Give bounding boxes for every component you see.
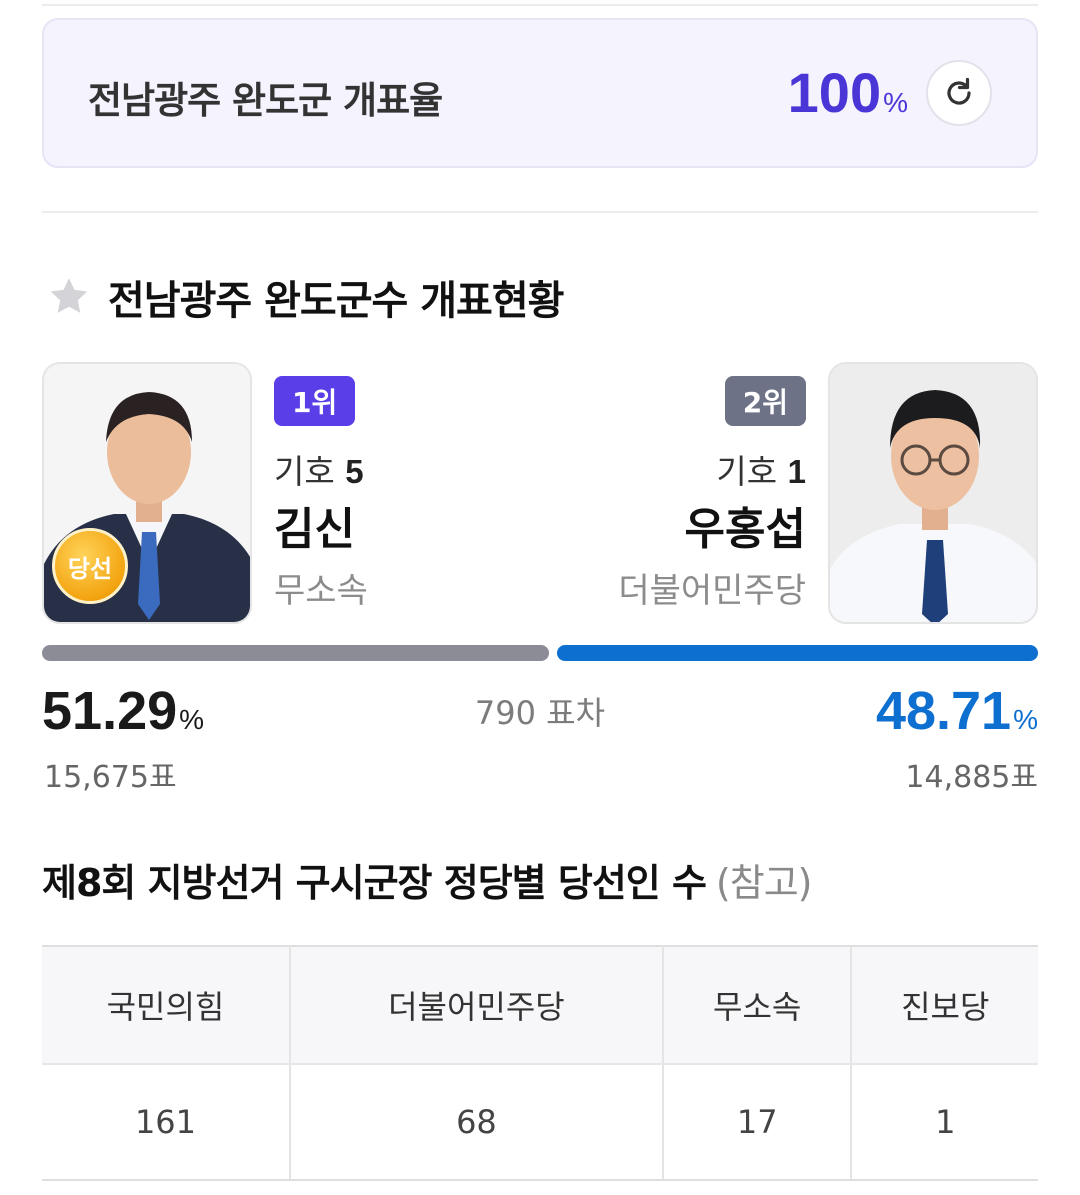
- table-header: 더불어민주당: [289, 945, 664, 1065]
- number-prefix: 기호: [274, 452, 335, 491]
- candidate-info-2: 기호 1 우홍섭 더불어민주당: [618, 445, 806, 612]
- vote-percent-unit: %: [1013, 704, 1038, 735]
- party-winners-heading: 제8회 지방선거 구시군장 정당별 당선인 수: [42, 861, 707, 905]
- count-rate-panel: 전남광주 완도군 개표율 100%: [42, 18, 1038, 168]
- party-winners-note: (참고): [715, 861, 813, 905]
- candidate-party-2: 더불어민주당: [618, 571, 806, 611]
- candidate-photo-1: 당선: [42, 362, 252, 624]
- count-rate-unit: %: [883, 87, 908, 118]
- vote-count-1: 15,675표: [44, 760, 177, 795]
- vote-bar-candidate-2: [557, 645, 1038, 661]
- table-header: 진보당: [851, 945, 1038, 1065]
- party-winners-table: 국민의힘 더불어민주당 무소속 진보당 161 68 17 1: [42, 945, 1038, 1181]
- table-header: 무소속: [662, 945, 853, 1065]
- rank-badge-1: 1위: [274, 376, 356, 426]
- refresh-icon: [947, 77, 971, 105]
- vote-percent-value: 48.71: [875, 681, 1012, 741]
- count-rate-number: 100: [787, 61, 882, 124]
- vote-bar-candidate-1: [42, 645, 549, 661]
- table-cell: 1: [851, 1064, 1038, 1181]
- section-divider: [42, 211, 1038, 213]
- number-prefix: 기호: [716, 452, 778, 491]
- rank-badge-2: 2위: [724, 376, 806, 426]
- table-cell: 68: [289, 1064, 664, 1181]
- table-header-row: 국민의힘 더불어민주당 무소속 진보당: [42, 945, 1038, 1065]
- vote-percent-2: 48.71%: [876, 680, 1038, 742]
- candidate-name-1: 김신: [274, 504, 355, 555]
- number-value: 5: [345, 453, 364, 490]
- star-icon[interactable]: [46, 274, 92, 320]
- candidate-number-2: 기호 1: [618, 445, 806, 491]
- candidate-photo-2: [828, 362, 1038, 624]
- refresh-button[interactable]: [926, 60, 992, 126]
- table-header: 국민의힘: [42, 945, 291, 1065]
- candidate-portrait-2: [830, 364, 1036, 622]
- section-title: 전남광주 완도군수 개표현황: [108, 278, 564, 324]
- vote-count-2: 14,885표: [905, 760, 1038, 795]
- candidate-name-2: 우홍섭: [684, 504, 806, 555]
- candidate-number-1: 기호 5: [274, 445, 368, 491]
- table-row: 161 68 17 1: [42, 1064, 1038, 1181]
- table-cell: 161: [42, 1064, 291, 1181]
- count-rate-value: 100%: [788, 60, 908, 125]
- section-header: 전남광주 완도군수 개표현황: [46, 268, 564, 326]
- party-winners-title: 제8회 지방선거 구시군장 정당별 당선인 수 (참고): [42, 852, 812, 907]
- candidate-info-1: 기호 5 김신 무소속: [274, 445, 368, 612]
- candidate-party-1: 무소속: [274, 571, 368, 611]
- count-rate-title: 전남광주 완도군 개표율: [88, 79, 443, 122]
- top-divider: [42, 4, 1038, 6]
- table-cell: 17: [662, 1064, 853, 1181]
- winner-badge: 당선: [52, 528, 128, 604]
- number-value: 1: [787, 453, 806, 490]
